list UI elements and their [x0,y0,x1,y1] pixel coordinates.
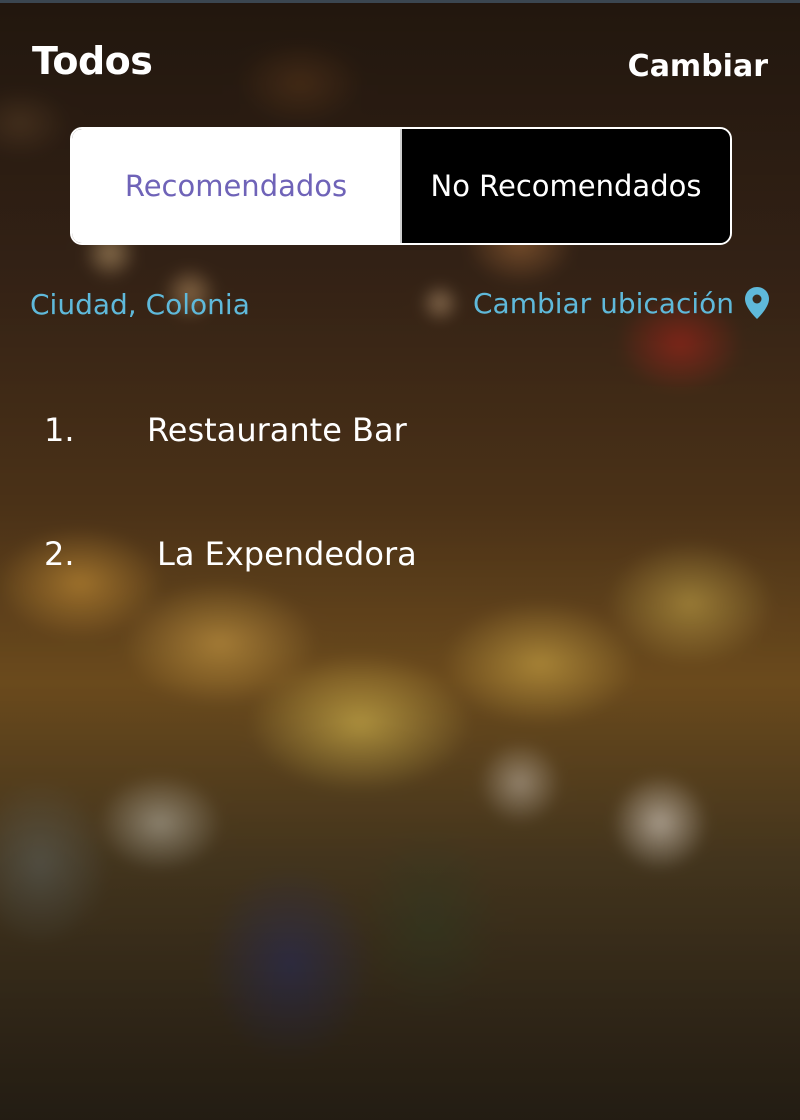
list-item-name: Restaurante Bar [147,411,407,449]
change-location-link[interactable]: Cambiar ubicación [473,286,770,320]
change-location-label: Cambiar ubicación [472,286,734,320]
current-location-label: Ciudad, Colonia [30,288,250,321]
page-title: Todos [32,39,153,83]
list-item[interactable]: 1. Restaurante Bar [0,403,800,463]
tab-no-recomendados[interactable]: No Recomendados [402,129,730,243]
recommendation-segmented-control: Recomendados No Recomendados [70,127,732,245]
list-item[interactable]: 2. La Expendedora [0,527,800,587]
list-item-name: La Expendedora [157,535,417,573]
change-button[interactable]: Cambiar [628,49,768,84]
location-pin-icon [744,286,770,320]
list-item-number: 2. [44,535,75,573]
list-item-number: 1. [44,411,75,449]
app-screen: Todos Cambiar Recomendados No Recomendad… [0,0,800,1120]
tab-recomendados[interactable]: Recomendados [72,129,402,243]
